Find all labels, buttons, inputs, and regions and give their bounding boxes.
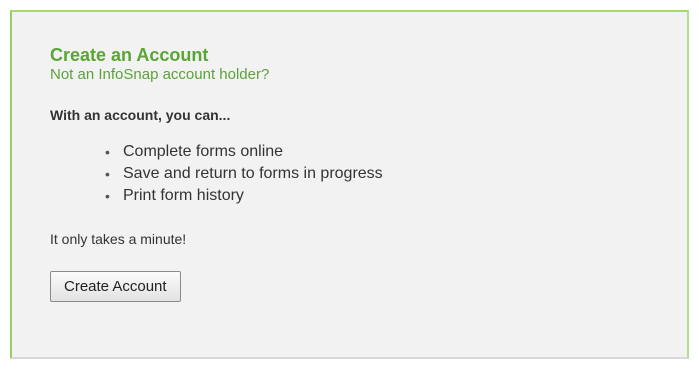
- panel-subtitle: Not an InfoSnap account holder?: [50, 66, 270, 83]
- list-item: • Print form history: [105, 185, 383, 207]
- minute-note: It only takes a minute!: [50, 231, 187, 247]
- create-account-panel: Create an Account Not an InfoSnap accoun…: [10, 10, 689, 359]
- bullet-icon: •: [105, 144, 110, 160]
- list-item: • Complete forms online: [105, 141, 383, 163]
- benefit-text: Save and return to forms in progress: [123, 165, 383, 182]
- create-account-content: Create an Account Not an InfoSnap accoun…: [50, 44, 383, 302]
- list-item: • Save and return to forms in progress: [105, 163, 383, 185]
- benefit-text: Complete forms online: [123, 143, 284, 160]
- bullet-icon: •: [105, 166, 110, 182]
- bullet-icon: •: [105, 188, 110, 204]
- panel-title: Create an Account: [50, 45, 209, 65]
- create-account-button[interactable]: Create Account: [50, 271, 181, 302]
- benefit-text: Print form history: [123, 187, 244, 204]
- benefits-list: • Complete forms online • Save and return …: [50, 141, 383, 207]
- benefits-heading: With an account, you can...: [50, 107, 231, 123]
